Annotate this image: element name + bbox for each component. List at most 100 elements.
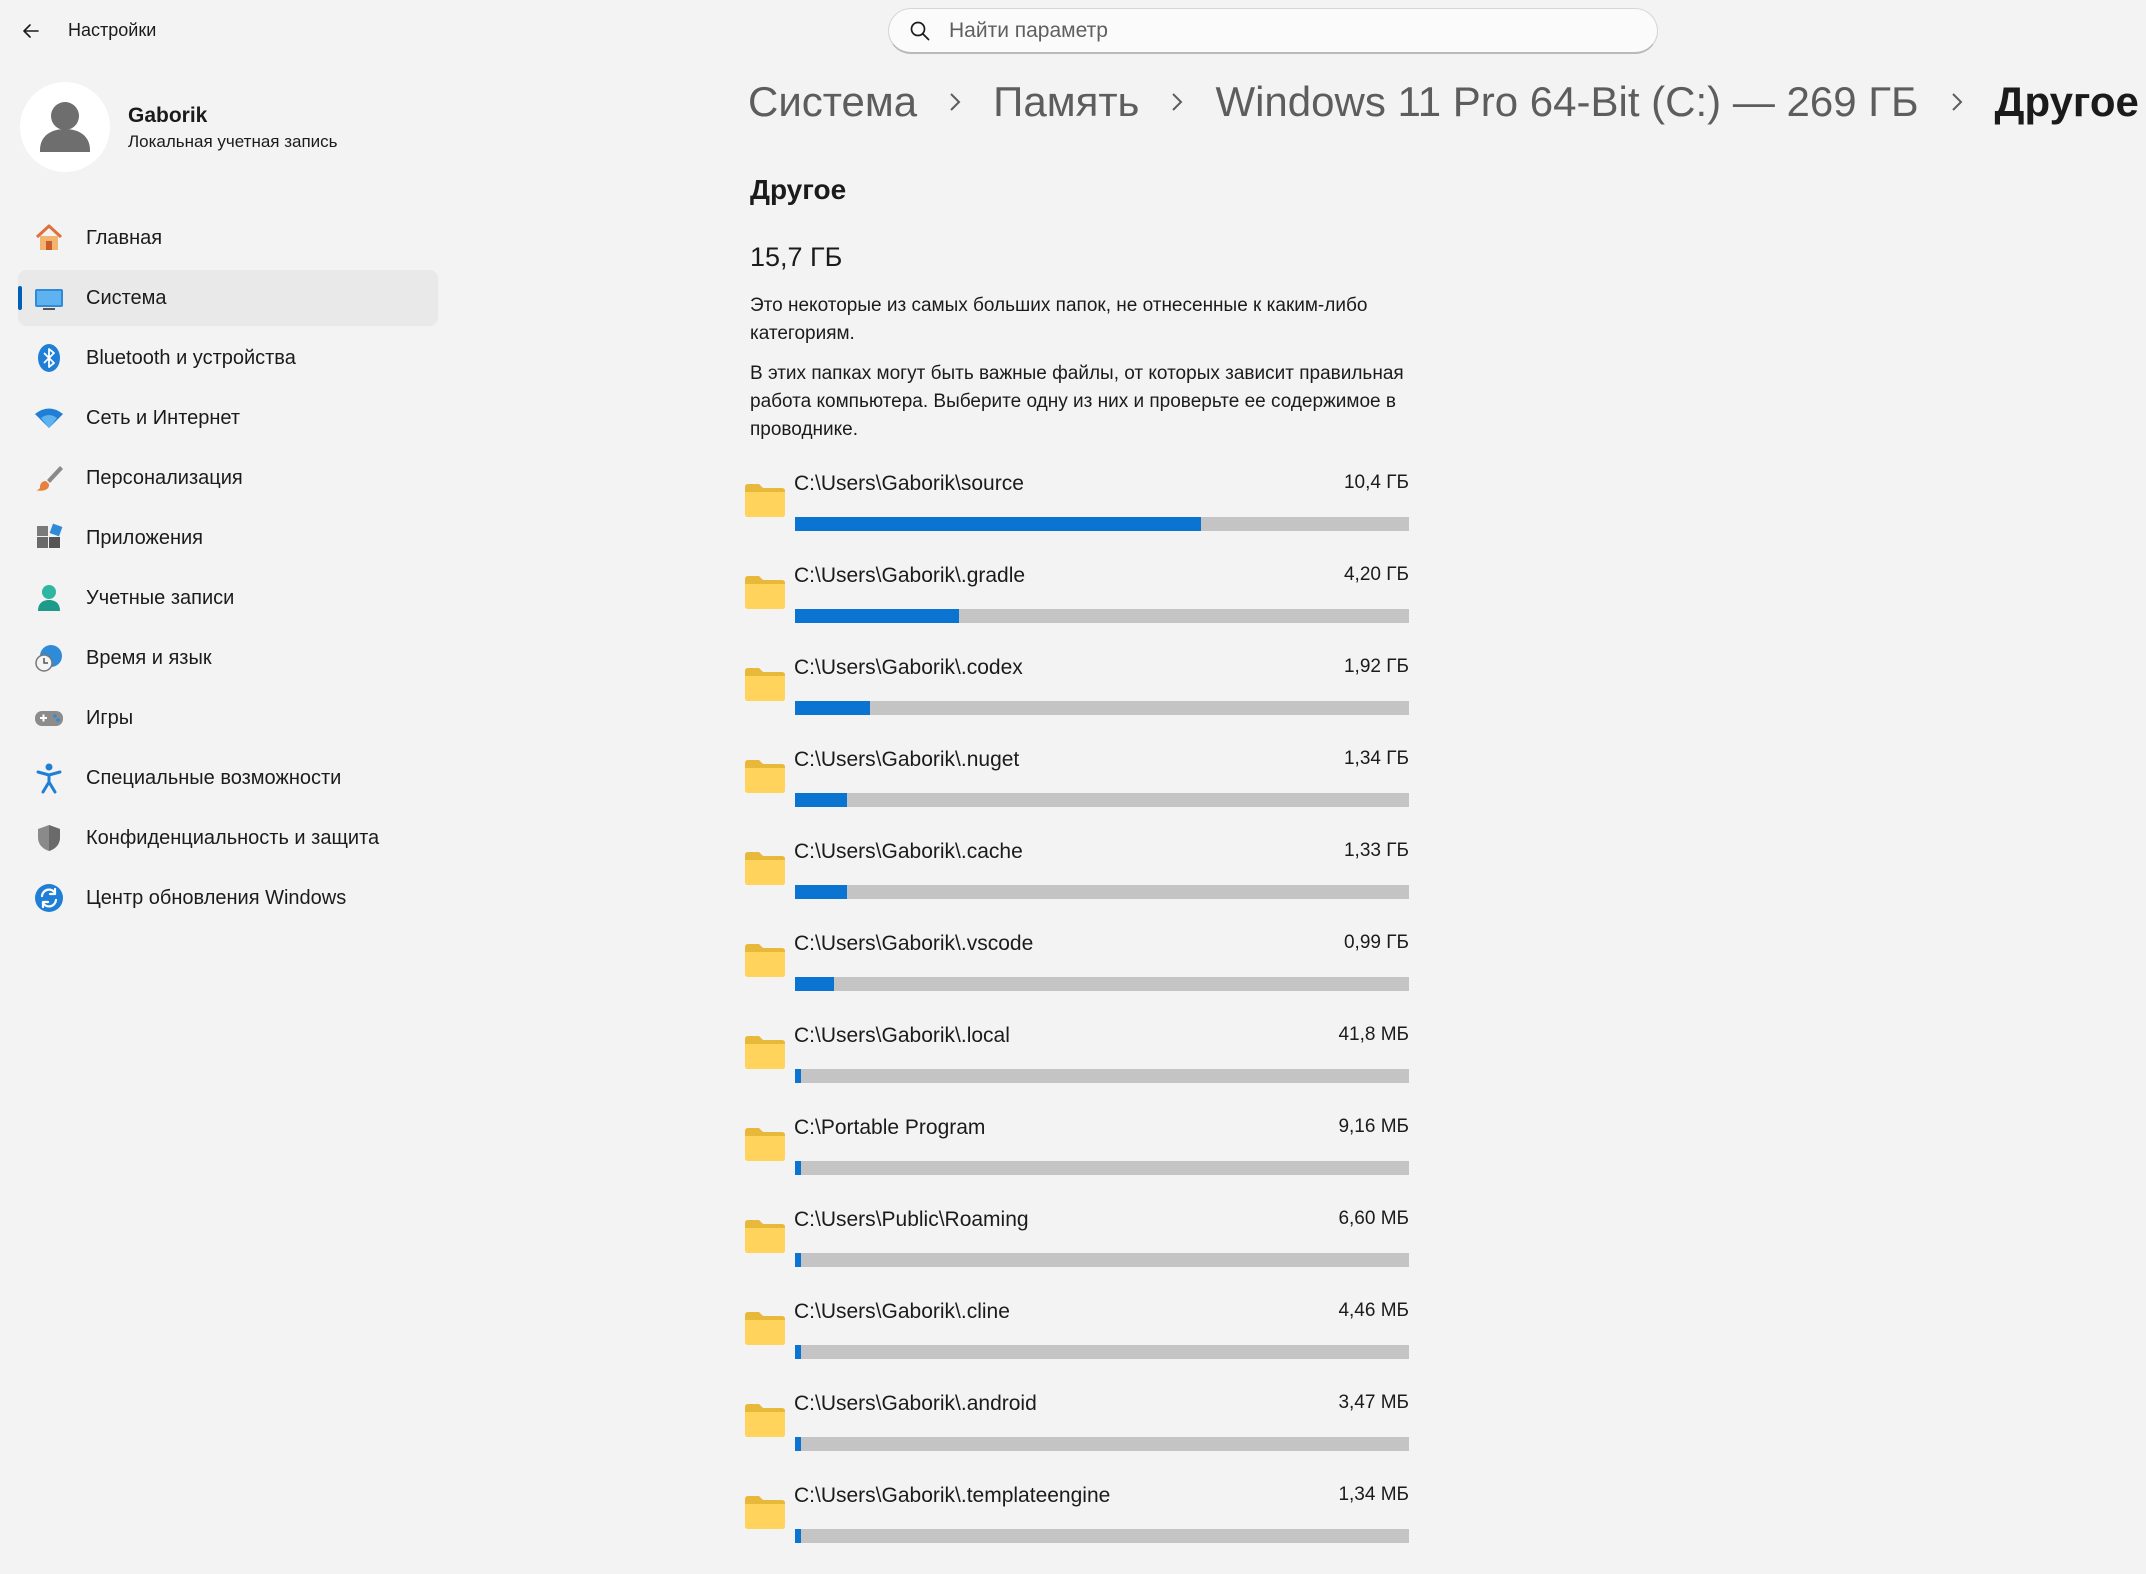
usage-bar <box>795 1437 1409 1451</box>
folder-path: C:\Users\Gaborik\.local <box>794 1024 1010 1047</box>
breadcrumb-storage[interactable]: Память <box>993 78 1139 126</box>
usage-bar <box>795 1345 1409 1359</box>
shield-icon <box>32 821 66 855</box>
folder-row[interactable]: C:\Users\Gaborik\source 10,4 ГБ <box>744 470 1409 562</box>
nav-label: Специальные возможности <box>86 766 342 789</box>
account-type: Локальная учетная запись <box>128 132 338 151</box>
folder-path: C:\Users\Gaborik\source <box>794 472 1024 495</box>
update-icon <box>32 881 66 915</box>
usage-bar <box>795 609 1409 623</box>
nav-item-accounts[interactable]: Учетные записи <box>18 570 438 626</box>
nav-label: Игры <box>86 706 134 729</box>
breadcrumb-drive[interactable]: Windows 11 Pro 64-Bit (C:) — 269 ГБ <box>1215 78 1918 126</box>
nav-label: Приложения <box>86 526 204 549</box>
folder-row[interactable]: C:\Users\Gaborik\.templateengine 1,34 МБ <box>744 1482 1409 1574</box>
brush-icon <box>32 461 66 495</box>
sidebar-nav: Главная Система Bluetooth и устройства С… <box>18 210 438 930</box>
folder-row[interactable]: C:\Users\Public\Roaming 6,60 МБ <box>744 1206 1409 1298</box>
usage-bar-fill <box>795 609 959 623</box>
folder-icon <box>744 666 786 702</box>
usage-bar-fill <box>795 1437 802 1451</box>
folder-path: C:\Users\Gaborik\.gradle <box>794 564 1026 587</box>
folder-size: 9,16 МБ <box>1338 1116 1409 1137</box>
folder-size: 1,34 МБ <box>1338 1484 1409 1505</box>
nav-label: Главная <box>86 226 163 249</box>
folder-path: C:\Users\Gaborik\.nuget <box>794 748 1020 771</box>
breadcrumb-current: Другое <box>1994 78 2139 125</box>
folder-size: 1,33 ГБ <box>1343 840 1409 861</box>
nav-item-system[interactable]: Система <box>18 270 438 326</box>
usage-bar-fill <box>795 1069 802 1083</box>
folder-icon <box>744 1402 786 1438</box>
avatar[interactable] <box>20 82 110 172</box>
folder-row[interactable]: C:\Users\Gaborik\.cline 4,46 МБ <box>744 1298 1409 1390</box>
apps-icon <box>32 521 66 555</box>
back-button[interactable] <box>14 14 48 48</box>
folder-path: C:\Users\Public\Roaming <box>794 1208 1029 1231</box>
folder-row[interactable]: C:\Users\Gaborik\.codex 1,92 ГБ <box>744 654 1409 746</box>
folder-row[interactable]: C:\Portable Program 9,16 МБ <box>744 1114 1409 1206</box>
total-size: 15,7 ГБ <box>750 242 843 272</box>
nav-item-privacy[interactable]: Конфиденциальность и защита <box>18 810 438 866</box>
nav-item-bluetooth[interactable]: Bluetooth и устройства <box>18 330 438 386</box>
chevron-right-icon <box>945 92 965 112</box>
folder-icon <box>744 850 786 886</box>
folder-row[interactable]: C:\Users\Gaborik\.nuget 1,34 ГБ <box>744 746 1409 838</box>
folder-icon <box>744 1310 786 1346</box>
folder-row[interactable]: C:\Users\Gaborik\.android 3,47 МБ <box>744 1390 1409 1482</box>
chevron-right-icon <box>1167 92 1187 112</box>
usage-bar-fill <box>795 793 848 807</box>
search-box[interactable] <box>888 8 1658 54</box>
folder-icon <box>744 1494 786 1530</box>
folder-size: 10,4 ГБ <box>1343 472 1409 493</box>
usage-bar <box>795 1069 1409 1083</box>
home-icon <box>32 221 66 255</box>
nav-item-apps[interactable]: Приложения <box>18 510 438 566</box>
folder-path: C:\Users\Gaborik\.cline <box>794 1300 1010 1323</box>
breadcrumb-system[interactable]: Система <box>748 78 917 126</box>
usage-bar-fill <box>795 1253 802 1267</box>
wifi-icon <box>32 401 66 435</box>
description-text: В этих папках могут быть важные файлы, о… <box>750 363 1404 440</box>
folder-size: 1,92 ГБ <box>1343 656 1409 677</box>
folder-size: 0,99 ГБ <box>1343 932 1409 953</box>
nav-label: Система <box>86 286 167 309</box>
nav-item-accessibility[interactable]: Специальные возможности <box>18 750 438 806</box>
nav-label: Сеть и Интернет <box>86 406 241 429</box>
system-icon <box>32 281 66 315</box>
folder-size: 41,8 МБ <box>1338 1024 1409 1045</box>
back-arrow-icon <box>21 21 41 41</box>
folder-row[interactable]: C:\Users\Gaborik\.local 41,8 МБ <box>744 1022 1409 1114</box>
folder-row[interactable]: C:\Users\Gaborik\.vscode 0,99 ГБ <box>744 930 1409 1022</box>
chevron-right-icon <box>1947 92 1967 112</box>
folder-path: C:\Portable Program <box>794 1116 986 1139</box>
folder-path: C:\Users\Gaborik\.templateengine <box>794 1484 1111 1507</box>
folder-icon <box>744 942 786 978</box>
nav-item-windows-update[interactable]: Центр обновления Windows <box>18 870 438 926</box>
user-name: Gaborik <box>128 104 208 127</box>
accounts-icon <box>32 581 66 615</box>
usage-bar <box>795 793 1409 807</box>
folder-list: C:\Users\Gaborik\source 10,4 ГБ C:\Users\G… <box>744 470 1409 1574</box>
nav-label: Конфиденциальность и защита <box>86 826 380 849</box>
usage-bar-fill <box>795 1161 802 1175</box>
app-title: Настройки <box>68 20 157 40</box>
nav-label: Персонализация <box>86 466 243 489</box>
folder-icon <box>744 574 786 610</box>
folder-size: 3,47 МБ <box>1338 1392 1409 1413</box>
folder-path: C:\Users\Gaborik\.codex <box>794 656 1023 679</box>
nav-item-gaming[interactable]: Игры <box>18 690 438 746</box>
search-input[interactable] <box>947 17 1591 44</box>
nav-item-time-language[interactable]: Время и язык <box>18 630 438 686</box>
folder-icon <box>744 1218 786 1254</box>
folder-row[interactable]: C:\Users\Gaborik\.cache 1,33 ГБ <box>744 838 1409 930</box>
nav-item-home[interactable]: Главная <box>18 210 438 266</box>
usage-bar <box>795 1529 1409 1543</box>
nav-label: Учетные записи <box>86 586 235 609</box>
nav-item-network[interactable]: Сеть и Интернет <box>18 390 438 446</box>
folder-row[interactable]: C:\Users\Gaborik\.gradle 4,20 ГБ <box>744 562 1409 654</box>
nav-label: Bluetooth и устройства <box>86 346 296 369</box>
nav-item-personalization[interactable]: Персонализация <box>18 450 438 506</box>
folder-path: C:\Users\Gaborik\.vscode <box>794 932 1034 955</box>
bluetooth-icon <box>32 341 66 375</box>
